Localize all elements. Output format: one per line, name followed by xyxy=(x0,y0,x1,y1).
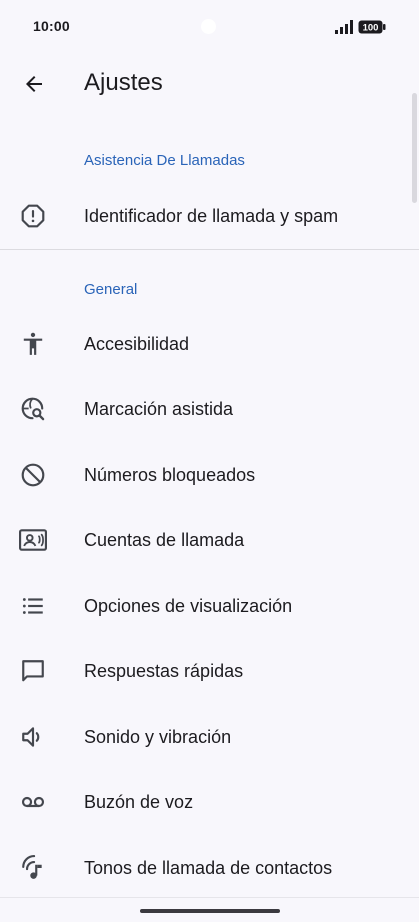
settings-item-label: Identificador de llamada y spam xyxy=(84,205,339,226)
settings-item-assisted-dialing[interactable]: Marcación asistida xyxy=(0,377,410,441)
chat-bubble-icon xyxy=(19,657,47,685)
settings-item-label: Respuestas rápidas xyxy=(84,660,244,681)
status-time: 10:00 xyxy=(33,18,70,34)
back-button[interactable] xyxy=(18,68,50,100)
camera-cutout xyxy=(201,19,216,34)
ringtone-icon xyxy=(19,854,47,882)
settings-item-label: Tonos de llamada de contactos xyxy=(84,857,333,878)
settings-item-voicemail[interactable]: Buzón de voz xyxy=(0,770,410,834)
section-header-call-assist: Asistencia De Llamadas xyxy=(84,152,245,169)
section-divider xyxy=(0,249,419,250)
arrow-back-icon xyxy=(22,72,46,96)
home-indicator[interactable] xyxy=(140,909,280,913)
settings-item-label: Números bloqueados xyxy=(84,464,256,485)
page-title: Ajustes xyxy=(84,69,163,96)
list-icon xyxy=(19,592,47,620)
volume-icon xyxy=(19,723,47,751)
settings-item-quick-responses[interactable]: Respuestas rápidas xyxy=(0,639,410,703)
globe-search-icon xyxy=(19,395,47,423)
settings-item-sound-vibration[interactable]: Sonido y vibración xyxy=(0,705,410,769)
block-icon xyxy=(19,461,47,489)
voicemail-icon xyxy=(19,788,47,816)
status-bar: 10:00 100 xyxy=(0,0,419,54)
alert-octagon-icon xyxy=(19,202,47,230)
battery-icon: 100 xyxy=(358,20,386,34)
settings-item-display-options[interactable]: Opciones de visualización xyxy=(0,574,410,638)
bottom-divider xyxy=(0,897,419,898)
settings-item-accessibility[interactable]: Accesibilidad xyxy=(0,312,410,376)
battery-level: 100 xyxy=(363,23,379,34)
scrollbar[interactable] xyxy=(412,93,417,203)
settings-item-label: Cuentas de llamada xyxy=(84,529,245,550)
contact-card-icon xyxy=(19,526,47,554)
settings-item-label: Accesibilidad xyxy=(84,333,190,354)
accessibility-icon xyxy=(19,330,47,358)
settings-item-calling-accounts[interactable]: Cuentas de llamada xyxy=(0,508,410,572)
settings-item-label: Buzón de voz xyxy=(84,791,194,812)
settings-item-label: Opciones de visualización xyxy=(84,595,293,616)
app-bar: Ajustes xyxy=(0,56,419,114)
settings-item-contact-ringtones[interactable]: Tonos de llamada de contactos xyxy=(0,836,410,900)
section-header-general: General xyxy=(84,281,138,298)
settings-item-label: Sonido y vibración xyxy=(84,726,232,747)
settings-item-label: Marcación asistida xyxy=(84,398,234,419)
signal-icon xyxy=(335,20,354,34)
settings-item-caller-id-spam[interactable]: Identificador de llamada y spam xyxy=(0,184,410,248)
settings-item-blocked-numbers[interactable]: Números bloqueados xyxy=(0,443,410,507)
